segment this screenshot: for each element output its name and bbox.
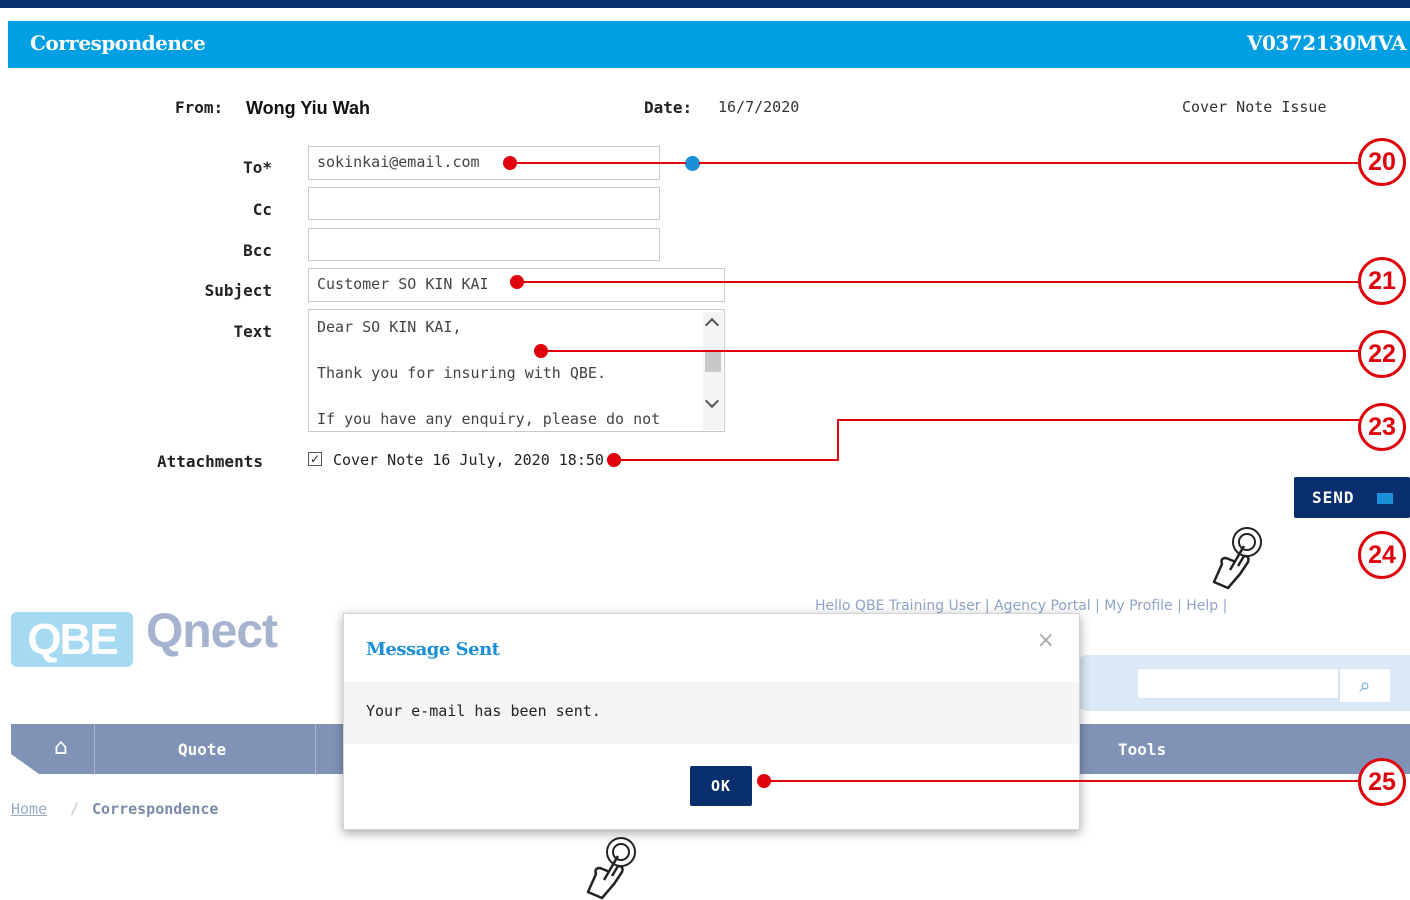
attachment-name: Cover Note 16 July, 2020 18:50 — [333, 451, 604, 469]
callout-dot-23 — [607, 453, 621, 467]
send-label: SEND — [1312, 488, 1355, 507]
callout-badge-20: 20 — [1358, 138, 1406, 186]
text-label: Text — [233, 322, 272, 341]
scroll-up-icon[interactable] — [704, 317, 720, 333]
scroll-thumb[interactable] — [705, 352, 721, 372]
tap-hand-icon — [586, 837, 636, 900]
attachment-checkbox[interactable]: ✓ — [308, 452, 322, 466]
text-area[interactable]: Dear SO KIN KAI, Thank you for insuring … — [308, 309, 725, 432]
nav-home[interactable]: ⌂ — [28, 724, 95, 774]
nav-divider — [315, 724, 316, 774]
search-icon: ⌕ — [1359, 673, 1371, 697]
callout-badge-23: 23 — [1358, 403, 1406, 451]
callout-dot-25 — [757, 774, 771, 788]
text-scrollbar[interactable] — [703, 312, 723, 430]
qbe-logo: QBE — [11, 612, 133, 667]
callout-line-23c — [837, 419, 1360, 421]
callout-line-22 — [541, 350, 1360, 352]
qnect-logo: Qnect — [146, 605, 278, 658]
from-label: From: — [175, 98, 224, 117]
from-value: Wong Yiu Wah — [246, 98, 370, 118]
callout-dot-20 — [503, 156, 517, 170]
callout-line-21 — [517, 281, 1360, 283]
subject-label: Subject — [204, 281, 272, 300]
page-title: Correspondence — [30, 31, 206, 55]
attachments-label: Attachments — [157, 452, 263, 471]
date-label: Date: — [644, 98, 693, 117]
message-sent-dialog: Message Sent × Your e-mail has been sent… — [343, 613, 1080, 830]
home-icon: ⌂ — [54, 735, 68, 760]
envelope-icon — [1377, 493, 1394, 504]
bcc-field[interactable] — [308, 228, 660, 261]
send-button[interactable]: SEND — [1294, 477, 1410, 518]
callout-badge-24: 24 — [1358, 531, 1406, 579]
callout-badge-25: 25 — [1358, 758, 1406, 806]
top-links[interactable]: Hello QBE Training User | Agency Portal … — [815, 598, 1227, 614]
ok-button[interactable]: OK — [690, 766, 752, 806]
callout-badge-21: 21 — [1358, 257, 1406, 305]
callout-badge-22: 22 — [1358, 330, 1406, 378]
dialog-header: Message Sent × — [344, 614, 1079, 683]
to-label: To* — [243, 158, 272, 177]
policy-reference: V0372130MVA — [1246, 31, 1407, 55]
scroll-down-icon[interactable] — [704, 393, 720, 409]
callout-line-25 — [764, 780, 1360, 782]
bcc-label: Bcc — [243, 241, 272, 260]
callout-line-20 — [510, 162, 1360, 164]
nav-tools[interactable]: Tools — [1118, 740, 1166, 759]
text-line: Thank you for insuring with QBE. — [317, 364, 606, 382]
page-header: Correspondence V0372130MVA — [8, 21, 1410, 68]
callout-dot-22 — [534, 344, 548, 358]
callout-dot-info — [686, 156, 699, 169]
date-value: 16/7/2020 — [718, 98, 800, 116]
tap-hand-icon — [1212, 527, 1262, 590]
cc-label: Cc — [252, 200, 272, 219]
callout-dot-21 — [510, 275, 524, 289]
callout-line-23a — [614, 459, 839, 461]
correspondence-type: Cover Note Issue — [1182, 98, 1327, 116]
search-input[interactable] — [1137, 668, 1339, 699]
breadcrumb-separator: / — [70, 800, 80, 818]
text-line: Dear SO KIN KAI, — [317, 318, 462, 336]
cc-field[interactable] — [308, 187, 660, 220]
text-line: If you have any enquiry, please do not — [317, 410, 661, 428]
search-button[interactable]: ⌕ — [1339, 668, 1391, 703]
top-border — [0, 0, 1410, 8]
dialog-body: Your e-mail has been sent. — [344, 682, 1079, 744]
dialog-message: Your e-mail has been sent. — [366, 702, 601, 720]
nav-quote[interactable]: Quote — [178, 740, 226, 759]
dialog-title: Message Sent — [366, 639, 500, 660]
breadcrumb-current: Correspondence — [92, 800, 219, 818]
callout-line-23b — [837, 419, 839, 461]
breadcrumb-home[interactable]: Home — [11, 800, 47, 818]
close-icon[interactable]: × — [1037, 628, 1055, 653]
